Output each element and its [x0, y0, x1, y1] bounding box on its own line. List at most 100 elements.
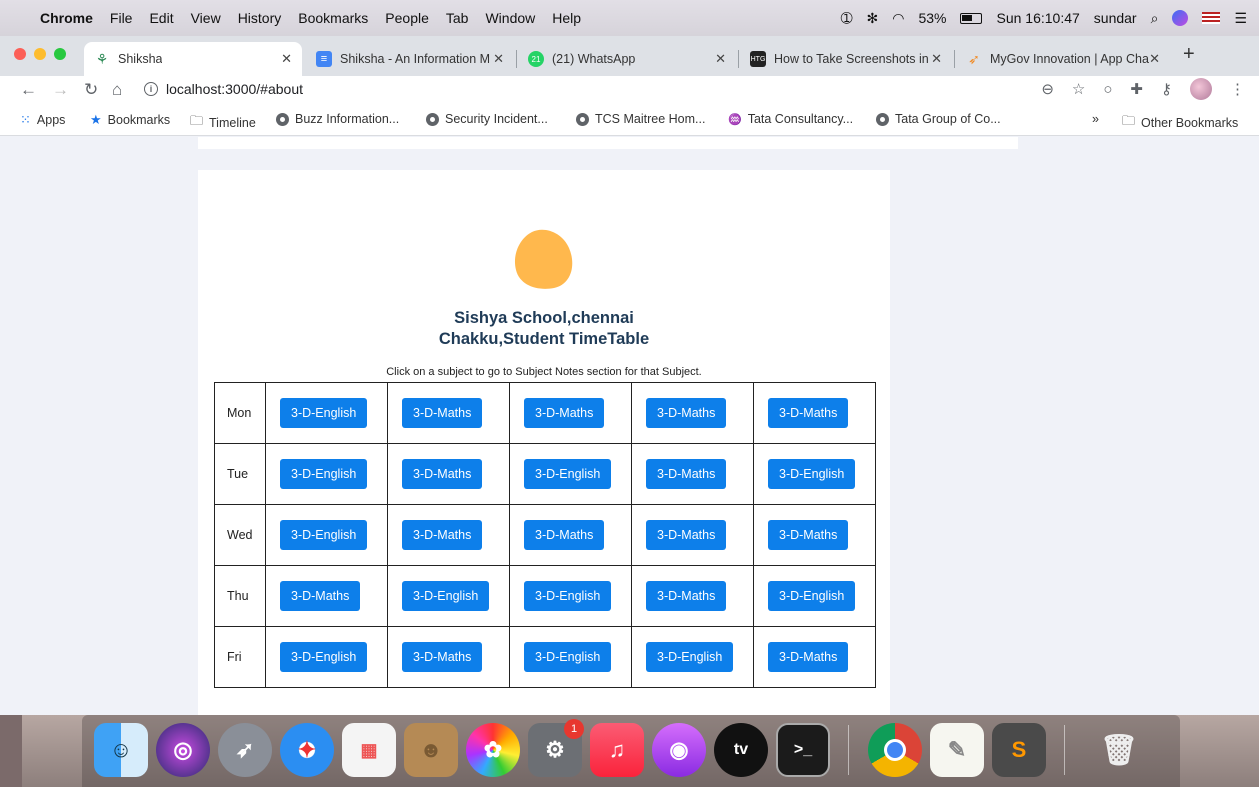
subject-button[interactable]: 3-D-Maths	[768, 642, 849, 672]
url-text[interactable]: localhost:3000/#about	[166, 81, 303, 97]
subject-button[interactable]: 3-D-Maths	[768, 398, 849, 428]
close-tab-icon[interactable]: ✕	[281, 51, 292, 67]
subject-button[interactable]: 3-D-Maths	[402, 642, 483, 672]
contacts-icon[interactable]: ☻	[404, 723, 458, 777]
close-window-button[interactable]	[14, 48, 26, 60]
subject-button[interactable]: 3-D-Maths	[646, 398, 727, 428]
close-tab-icon[interactable]: ✕	[931, 51, 942, 67]
minimize-window-button[interactable]	[34, 48, 46, 60]
password-key-icon[interactable]: ⚷	[1161, 80, 1172, 98]
subject-button[interactable]: 3-D-Maths	[524, 398, 605, 428]
bluetooth-icon[interactable]: ✻	[867, 10, 879, 27]
clock[interactable]: Sun 16:10:47	[996, 10, 1079, 26]
textedit-icon[interactable]: ✎	[930, 723, 984, 777]
extensions-puzzle-icon[interactable]: ✚	[1130, 80, 1143, 98]
menu-bookmarks[interactable]: Bookmarks	[298, 10, 368, 26]
siri-icon[interactable]: ◎	[156, 723, 210, 777]
address-bar[interactable]: i localhost:3000/#about	[144, 76, 303, 102]
zoom-icon[interactable]: ⊖	[1041, 80, 1054, 98]
bookmark-apps[interactable]: ⁙ Apps	[20, 112, 65, 128]
user-name[interactable]: sundar	[1094, 10, 1137, 26]
menu-window[interactable]: Window	[485, 10, 535, 26]
tab-shiksha[interactable]: ⚘ Shiksha ✕	[84, 42, 302, 76]
tab-whatsapp[interactable]: 21 (21) WhatsApp ✕	[518, 42, 736, 76]
zoom-window-button[interactable]	[54, 48, 66, 60]
finder-icon[interactable]: ☺	[94, 723, 148, 777]
subject-button[interactable]: 3-D-Maths	[768, 520, 849, 550]
subject-button[interactable]: 3-D-Maths	[646, 459, 727, 489]
sublime-text-icon[interactable]: S	[992, 723, 1046, 777]
close-tab-icon[interactable]: ✕	[715, 51, 726, 67]
subject-button[interactable]: 3-D-English	[280, 398, 368, 428]
music-icon[interactable]: ♫	[590, 723, 644, 777]
bookmark-star-icon[interactable]: ☆	[1072, 80, 1085, 98]
terminal-icon[interactable]: >_	[776, 723, 830, 777]
menu-help[interactable]: Help	[552, 10, 581, 26]
menu-history[interactable]: History	[238, 10, 282, 26]
trash-icon[interactable]: 🗑	[1092, 723, 1146, 777]
bookmark-security[interactable]: Security Incident...	[426, 112, 548, 126]
subject-button[interactable]: 3-D-English	[768, 459, 856, 489]
tab-mygov[interactable]: ➶ MyGov Innovation | App Cha ✕	[956, 42, 1170, 76]
spotlight-search-icon[interactable]: ⌕	[1151, 10, 1159, 27]
extension-circle-icon[interactable]: ○	[1103, 81, 1112, 98]
home-icon[interactable]: ⌂	[112, 80, 122, 100]
input-source-flag-icon[interactable]	[1202, 12, 1221, 24]
bookmark-tata-consultancy[interactable]: ♒ Tata Consultancy...	[728, 112, 853, 126]
subject-button[interactable]: 3-D-English	[280, 459, 368, 489]
accessibility-icon[interactable]: ➀	[841, 10, 853, 27]
subject-button[interactable]: 3-D-Maths	[646, 581, 727, 611]
bookmark-tcs-maitree[interactable]: TCS Maitree Hom...	[576, 112, 705, 126]
menu-view[interactable]: View	[191, 10, 221, 26]
siri-menubar-icon[interactable]	[1172, 10, 1189, 26]
bookmarks-overflow-button[interactable]: »	[1092, 112, 1099, 126]
subject-button[interactable]: 3-D-Maths	[402, 459, 483, 489]
safari-icon[interactable]: ✦	[280, 723, 334, 777]
bookmark-timeline[interactable]: 🗀 Timeline	[190, 112, 256, 134]
subject-button[interactable]: 3-D-Maths	[524, 520, 605, 550]
tab-htg[interactable]: HTG How to Take Screenshots in ✕	[740, 42, 952, 76]
subject-button[interactable]: 3-D-English	[646, 642, 734, 672]
chrome-menu-icon[interactable]: ⋮	[1230, 80, 1245, 98]
menu-app-name[interactable]: Chrome	[40, 10, 93, 26]
subject-button[interactable]: 3-D-Maths	[402, 520, 483, 550]
apple-tv-icon[interactable]: tv	[714, 723, 768, 777]
launchpad-icon[interactable]: ➶	[218, 723, 272, 777]
notification-center-icon[interactable]: ☰	[1234, 10, 1247, 27]
close-tab-icon[interactable]: ✕	[1149, 51, 1160, 67]
subject-button[interactable]: 3-D-English	[768, 581, 856, 611]
subject-button[interactable]: 3-D-English	[524, 642, 612, 672]
bookmark-tata-group[interactable]: Tata Group of Co...	[876, 112, 1001, 126]
photos-icon[interactable]: ✿	[466, 723, 520, 777]
new-tab-icon[interactable]: +	[1183, 43, 1195, 66]
subject-button[interactable]: 3-D-Maths	[402, 398, 483, 428]
chrome-icon[interactable]	[868, 723, 922, 777]
subject-button[interactable]: 3-D-Maths	[646, 520, 727, 550]
bookmark-other[interactable]: 🗀 Other Bookmarks	[1122, 112, 1238, 134]
podcasts-icon[interactable]: ◉	[652, 723, 706, 777]
system-preferences-icon[interactable]: ⚙ 1	[528, 719, 584, 777]
menu-tab[interactable]: Tab	[446, 10, 469, 26]
reload-icon[interactable]: ↻	[84, 80, 98, 100]
wifi-icon[interactable]: ◠	[892, 10, 904, 27]
bookmark-bookmarks[interactable]: ★ Bookmarks	[90, 112, 170, 128]
subject-button[interactable]: 3-D-Maths	[280, 581, 361, 611]
subject-button[interactable]: 3-D-English	[402, 581, 490, 611]
subject-button[interactable]: 3-D-English	[280, 520, 368, 550]
bookmark-buzz[interactable]: Buzz Information...	[276, 112, 399, 126]
site-info-icon[interactable]: i	[144, 82, 158, 96]
forward-icon[interactable]: →	[52, 80, 69, 100]
grid-app-icon[interactable]: ▦	[342, 723, 396, 777]
battery-percent[interactable]: 53%	[918, 10, 946, 26]
tab-shiksha-docs[interactable]: ≡ Shiksha - An Information Ma ✕	[306, 42, 514, 76]
battery-icon[interactable]	[960, 12, 983, 24]
close-tab-icon[interactable]: ✕	[493, 51, 504, 67]
subject-button[interactable]: 3-D-English	[280, 642, 368, 672]
subject-button[interactable]: 3-D-English	[524, 581, 612, 611]
back-icon[interactable]: ←	[20, 80, 37, 100]
menu-edit[interactable]: Edit	[149, 10, 173, 26]
menu-file[interactable]: File	[110, 10, 133, 26]
menu-people[interactable]: People	[385, 10, 429, 26]
profile-avatar[interactable]	[1190, 78, 1212, 100]
subject-button[interactable]: 3-D-English	[524, 459, 612, 489]
